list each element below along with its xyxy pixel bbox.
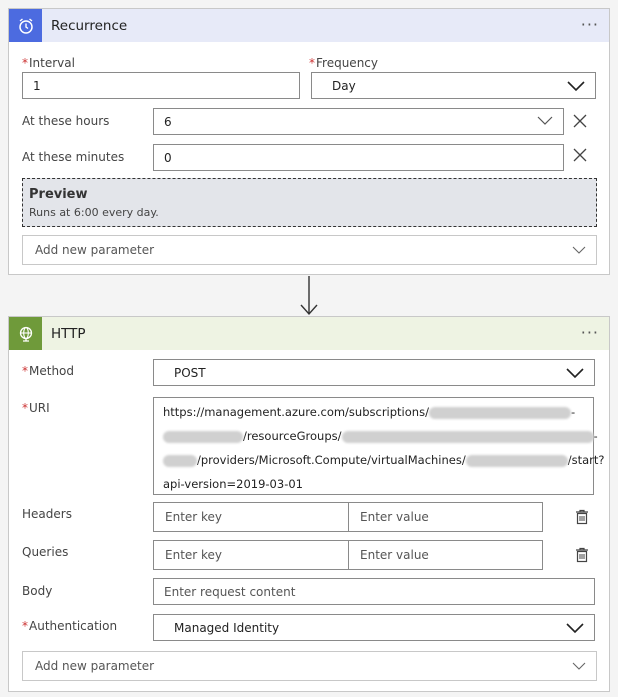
redacted-resource-group-end [163, 454, 197, 467]
minutes-label: At these minutes [22, 150, 125, 164]
flow-arrow-icon [300, 276, 318, 316]
http-more-options-button[interactable]: ··· [581, 323, 599, 342]
add-new-parameter-dropdown[interactable]: Add new parameter [22, 235, 597, 265]
chevron-down-icon [572, 246, 586, 254]
globe-icon [9, 317, 42, 350]
schedule-preview: Preview Runs at 6:00 every day. [22, 178, 597, 227]
interval-label: *Interval [22, 56, 75, 70]
uri-dash: - [570, 405, 576, 419]
method-value: POST [174, 365, 206, 380]
uri-label-text: URI [29, 401, 50, 415]
uri-line-3-text: /providers/Microsoft.Compute/virtualMach… [197, 453, 466, 467]
http-card: HTTP ··· *Method POST *URI https://manag… [8, 316, 610, 692]
interval-input[interactable]: 1 [22, 72, 300, 99]
recurrence-card: Recurrence ··· *Interval 1 *Frequency Da… [8, 8, 610, 275]
hours-value: 6 [164, 114, 172, 129]
frequency-label-text: Frequency [316, 56, 378, 70]
frequency-dropdown[interactable]: Day [311, 72, 596, 99]
interval-label-text: Interval [29, 56, 75, 70]
add-new-parameter-label: Add new parameter [35, 243, 155, 257]
hours-dropdown[interactable]: 6 [153, 108, 564, 135]
alarm-clock-icon [9, 9, 42, 42]
headers-key-input[interactable]: Enter key [153, 502, 349, 532]
http-header[interactable]: HTTP ··· [9, 317, 609, 350]
minutes-input[interactable]: 0 [153, 144, 564, 171]
redacted-resource-group [341, 430, 594, 443]
chevron-down-icon [572, 662, 586, 670]
chevron-down-icon [537, 116, 553, 125]
remove-minutes-close-icon[interactable] [572, 147, 588, 163]
uri-line-4-text: api-version=2019-03-01 [163, 477, 303, 491]
remove-hours-close-icon[interactable] [572, 113, 588, 129]
chevron-down-icon [567, 81, 585, 92]
uri-line-2: /resourceGroups/ - [163, 429, 598, 443]
http-title: HTTP [51, 325, 86, 342]
authentication-value: Managed Identity [174, 620, 280, 635]
add-new-parameter-label: Add new parameter [35, 659, 155, 673]
interval-value: 1 [33, 78, 41, 93]
redacted-vm-name [465, 454, 568, 467]
frequency-value: Day [332, 78, 356, 93]
redacted-subscription-id-end [163, 430, 243, 443]
uri-line-2-text: /resourceGroups/ [243, 429, 342, 443]
body-input[interactable]: Enter request content [153, 578, 595, 605]
recurrence-header[interactable]: Recurrence ··· [9, 9, 609, 42]
preview-text: Runs at 6:00 every day. [29, 206, 159, 219]
recurrence-more-options-button[interactable]: ··· [581, 15, 599, 34]
headers-value-input[interactable]: Enter value [348, 502, 543, 532]
hours-label: At these hours [22, 114, 110, 128]
add-new-parameter-dropdown[interactable]: Add new parameter [22, 651, 597, 681]
body-label: Body [22, 584, 53, 598]
uri-line-3: /providers/Microsoft.Compute/virtualMach… [163, 453, 605, 467]
queries-key-placeholder: Enter key [165, 548, 223, 562]
body-placeholder: Enter request content [164, 584, 296, 599]
method-dropdown[interactable]: POST [153, 359, 595, 386]
chevron-down-icon [566, 623, 584, 634]
uri-dash-2: - [593, 429, 598, 443]
authentication-dropdown[interactable]: Managed Identity [153, 614, 595, 641]
queries-label: Queries [22, 545, 69, 559]
delete-queries-trash-icon[interactable] [573, 546, 591, 564]
queries-value-input[interactable]: Enter value [348, 540, 543, 570]
authentication-label-text: Authentication [29, 619, 118, 633]
headers-key-placeholder: Enter key [165, 510, 223, 524]
headers-value-placeholder: Enter value [360, 510, 429, 524]
redacted-subscription-id [428, 406, 571, 419]
method-label: *Method [22, 364, 75, 378]
authentication-label: *Authentication [22, 619, 118, 633]
uri-line-3-end-text: /start? [567, 453, 605, 467]
uri-line-1-text: https://management.azure.com/subscriptio… [163, 405, 429, 419]
delete-headers-trash-icon[interactable] [573, 508, 591, 526]
uri-label: *URI [22, 401, 50, 415]
recurrence-title: Recurrence [51, 17, 128, 34]
frequency-label: *Frequency [309, 56, 378, 70]
preview-title: Preview [29, 187, 88, 202]
uri-line-1: https://management.azure.com/subscriptio… [163, 405, 575, 419]
minutes-value: 0 [164, 150, 172, 165]
queries-value-placeholder: Enter value [360, 548, 429, 562]
uri-line-4: api-version=2019-03-01 [163, 477, 303, 491]
headers-label: Headers [22, 507, 72, 521]
queries-key-input[interactable]: Enter key [153, 540, 349, 570]
method-label-text: Method [29, 364, 75, 378]
chevron-down-icon [566, 368, 584, 379]
uri-input[interactable]: https://management.azure.com/subscriptio… [153, 397, 605, 495]
